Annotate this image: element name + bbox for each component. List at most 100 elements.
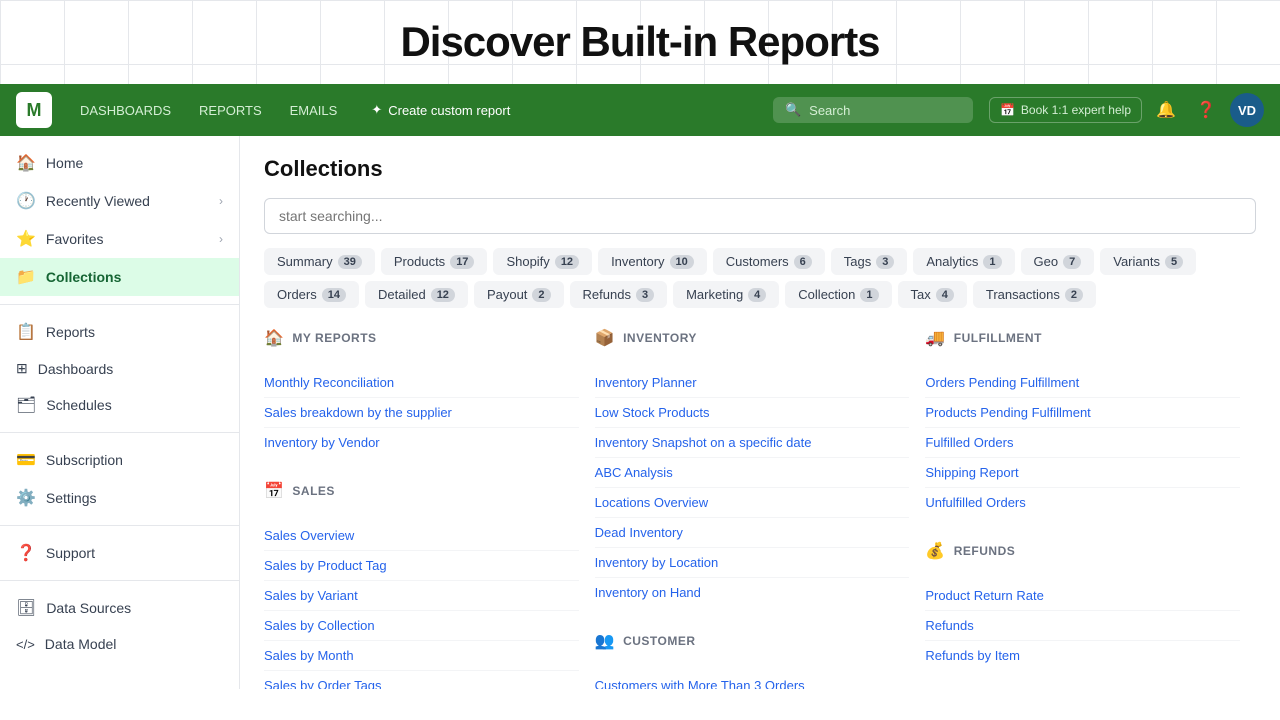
topnav-right-actions: 📅 Book 1:1 expert help 🔔 ❓ VD (989, 93, 1264, 127)
filter-tab-shopify[interactable]: Shopify 12 (493, 248, 592, 275)
calendar-icon: 📅 (1000, 103, 1015, 117)
link-low-stock-products[interactable]: Low Stock Products (595, 398, 910, 428)
user-avatar[interactable]: VD (1230, 93, 1264, 127)
sidebar-item-data-model[interactable]: </> Data Model (0, 627, 239, 661)
sidebar-divider-1 (0, 304, 239, 305)
logo[interactable]: M (16, 92, 52, 128)
filter-tab-inventory[interactable]: Inventory 10 (598, 248, 707, 275)
nav-links: DASHBOARDS REPORTS EMAILS (68, 97, 349, 124)
section-customer: 👥 CUSTOMER Customers with More Than 3 Or… (595, 631, 926, 689)
my-reports-title: MY REPORTS (292, 331, 376, 345)
support-icon: ❓ (16, 543, 36, 563)
sidebar-item-data-sources[interactable]: 🗄 Data Sources (0, 589, 239, 627)
link-monthly-reconciliation[interactable]: Monthly Reconciliation (264, 368, 579, 398)
chevron-right-icon: › (219, 232, 223, 246)
column-2: 📦 INVENTORY Inventory Planner Low Stock … (595, 328, 926, 689)
link-sales-by-collection[interactable]: Sales by Collection (264, 611, 579, 641)
expert-help-button[interactable]: 📅 Book 1:1 expert help (989, 97, 1142, 123)
dashboard-icon: ⊞ (16, 360, 28, 377)
sales-icon: 📅 (264, 481, 284, 501)
filter-tab-variants[interactable]: Variants 5 (1100, 248, 1196, 275)
link-product-return-rate[interactable]: Product Return Rate (925, 581, 1240, 611)
nav-dashboards[interactable]: DASHBOARDS (68, 97, 183, 124)
collections-search-input[interactable] (264, 198, 1256, 234)
filter-tab-marketing[interactable]: Marketing 4 (673, 281, 779, 308)
subscription-icon: 💳 (16, 450, 36, 470)
link-locations-overview[interactable]: Locations Overview (595, 488, 910, 518)
folder-icon: 📁 (16, 267, 36, 287)
link-sales-overview[interactable]: Sales Overview (264, 521, 579, 551)
filter-tab-products[interactable]: Products 17 (381, 248, 488, 275)
sidebar-item-dashboards[interactable]: ⊞ Dashboards (0, 351, 239, 386)
filter-tab-customers[interactable]: Customers 6 (713, 248, 825, 275)
link-fulfilled-orders[interactable]: Fulfilled Orders (925, 428, 1240, 458)
report-icon: 📋 (16, 322, 36, 342)
filter-tab-orders[interactable]: Orders 14 (264, 281, 359, 308)
link-inventory-snapshot[interactable]: Inventory Snapshot on a specific date (595, 428, 910, 458)
filter-tab-geo[interactable]: Geo 7 (1021, 248, 1095, 275)
nav-reports[interactable]: REPORTS (187, 97, 274, 124)
link-sales-breakdown-supplier[interactable]: Sales breakdown by the supplier (264, 398, 579, 428)
link-orders-pending-fulfillment[interactable]: Orders Pending Fulfillment (925, 368, 1240, 398)
notifications-button[interactable]: 🔔 (1150, 94, 1182, 126)
refunds-title: REFUNDS (954, 544, 1016, 558)
link-dead-inventory[interactable]: Dead Inventory (595, 518, 910, 548)
filter-tab-analytics[interactable]: Analytics 1 (913, 248, 1014, 275)
filter-tab-summary[interactable]: Summary 39 (264, 248, 375, 275)
sidebar-item-settings[interactable]: ⚙️ Settings (0, 479, 239, 517)
sidebar-item-home[interactable]: 🏠 Home (0, 144, 239, 182)
sidebar-collections-label: Collections (46, 269, 121, 285)
sidebar-item-subscription[interactable]: 💳 Subscription (0, 441, 239, 479)
search-bar[interactable]: 🔍 Search (773, 97, 973, 123)
nav-emails[interactable]: EMAILS (278, 97, 350, 124)
inventory-icon: 📦 (595, 328, 615, 348)
sidebar-item-recently-viewed[interactable]: 🕐 Recently Viewed › (0, 182, 239, 220)
sidebar-item-collections[interactable]: 📁 Collections (0, 258, 239, 296)
sidebar-item-reports[interactable]: 📋 Reports (0, 313, 239, 351)
filter-tab-collection[interactable]: Collection 1 (785, 281, 891, 308)
gear-icon: ⚙️ (16, 488, 36, 508)
sidebar-schedules-label: Schedules (46, 397, 111, 413)
link-inventory-by-location[interactable]: Inventory by Location (595, 548, 910, 578)
link-inventory-planner[interactable]: Inventory Planner (595, 368, 910, 398)
filter-tab-detailed[interactable]: Detailed 12 (365, 281, 468, 308)
column-3: 🚚 FULFILLMENT Orders Pending Fulfillment… (925, 328, 1256, 689)
fulfillment-icon: 🚚 (925, 328, 945, 348)
link-sales-by-variant[interactable]: Sales by Variant (264, 581, 579, 611)
sidebar-favorites-label: Favorites (46, 231, 104, 247)
create-custom-report-button[interactable]: ✦ Create custom report (357, 96, 524, 124)
filter-tab-refunds[interactable]: Refunds 3 (570, 281, 668, 308)
link-inventory-on-hand[interactable]: Inventory on Hand (595, 578, 910, 607)
filter-tab-tags[interactable]: Tags 3 (831, 248, 908, 275)
link-abc-analysis[interactable]: ABC Analysis (595, 458, 910, 488)
link-inventory-by-vendor[interactable]: Inventory by Vendor (264, 428, 579, 457)
link-products-pending-fulfillment[interactable]: Products Pending Fulfillment (925, 398, 1240, 428)
page-title: Discover Built-in Reports (0, 18, 1280, 66)
help-button[interactable]: ❓ (1190, 94, 1222, 126)
link-refunds-by-item[interactable]: Refunds by Item (925, 641, 1240, 670)
sidebar: 🏠 Home 🕐 Recently Viewed › ⭐ Favorites ›… (0, 136, 240, 689)
filter-tab-transactions[interactable]: Transactions 2 (973, 281, 1096, 308)
sidebar-item-schedules[interactable]: 🗂 Schedules (0, 386, 239, 424)
refunds-icon: 💰 (925, 541, 945, 561)
link-shipping-report[interactable]: Shipping Report (925, 458, 1240, 488)
sidebar-divider-4 (0, 580, 239, 581)
main-layout: 🏠 Home 🕐 Recently Viewed › ⭐ Favorites ›… (0, 136, 1280, 689)
link-sales-by-order-tags[interactable]: Sales by Order Tags (264, 671, 579, 689)
section-fulfillment: 🚚 FULFILLMENT Orders Pending Fulfillment… (925, 328, 1256, 541)
sidebar-data-sources-label: Data Sources (46, 600, 131, 616)
link-sales-by-product-tag[interactable]: Sales by Product Tag (264, 551, 579, 581)
link-unfulfilled-orders[interactable]: Unfulfilled Orders (925, 488, 1240, 517)
link-customers-more-than-3-orders[interactable]: Customers with More Than 3 Orders (595, 671, 910, 689)
link-sales-by-month[interactable]: Sales by Month (264, 641, 579, 671)
search-icon: 🔍 (785, 102, 801, 118)
code-icon: </> (16, 637, 35, 652)
clock-icon: 🕐 (16, 191, 36, 211)
filter-tab-tax[interactable]: Tax 4 (898, 281, 967, 308)
sidebar-item-favorites[interactable]: ⭐ Favorites › (0, 220, 239, 258)
sidebar-item-support[interactable]: ❓ Support (0, 534, 239, 572)
link-refunds[interactable]: Refunds (925, 611, 1240, 641)
sidebar-dashboards-label: Dashboards (38, 361, 114, 377)
sidebar-subscription-label: Subscription (46, 452, 123, 468)
filter-tab-payout[interactable]: Payout 2 (474, 281, 564, 308)
